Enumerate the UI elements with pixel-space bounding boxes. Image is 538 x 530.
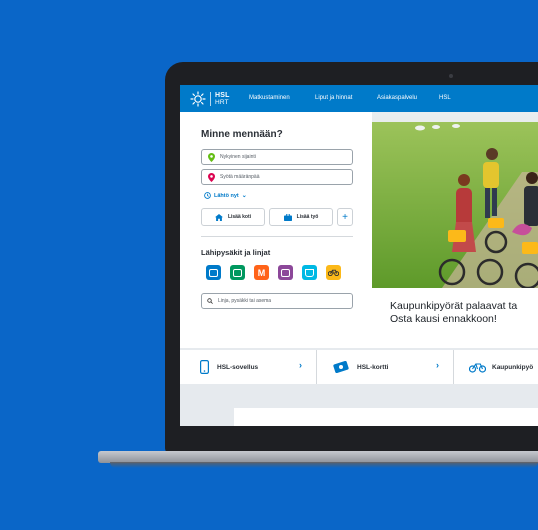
- origin-field[interactable]: Nykyinen sijainti: [201, 149, 353, 165]
- favourites-row: Lisää koti Lisää työ +: [201, 208, 353, 226]
- logo-line-1: HSL: [215, 91, 230, 99]
- chevron-down-icon: ⌄: [241, 193, 247, 199]
- destination-field[interactable]: Syötä määränpää: [201, 169, 353, 185]
- nav-item-customer-service[interactable]: Asiakaspalvelu: [377, 95, 417, 101]
- nav-item-hsl[interactable]: HSL: [439, 95, 451, 101]
- chevron-right-icon: ›: [299, 360, 302, 370]
- logo-separator: [210, 91, 211, 106]
- service-card-link[interactable]: HSL-kortti ›: [317, 350, 454, 384]
- journey-title: Minne mennään?: [201, 129, 283, 140]
- add-work-button[interactable]: Lisää työ: [269, 208, 333, 226]
- nav-item-travel[interactable]: Matkustaminen: [249, 95, 290, 101]
- logo-line-2: HRT: [215, 98, 229, 106]
- train-icon[interactable]: [278, 265, 293, 280]
- metro-icon[interactable]: M: [254, 265, 269, 280]
- browser-screen: HSL HRT Matkustaminen Liput ja hinnat As…: [180, 85, 538, 426]
- nearby-title: Lähipysäkit ja linjat: [201, 248, 271, 257]
- hsl-logo[interactable]: HSL HRT: [190, 90, 230, 107]
- destination-pin-icon: [206, 172, 216, 182]
- search-icon: [207, 298, 213, 304]
- content-card: [234, 408, 538, 426]
- top-nav: HSL HRT Matkustaminen Liput ja hinnat As…: [180, 85, 538, 112]
- chevron-right-icon: ›: [436, 360, 439, 370]
- phone-icon: [200, 360, 209, 374]
- briefcase-icon: [283, 213, 292, 221]
- hero-cyclists-photo: [372, 112, 538, 288]
- hsl-sun-logo-icon: [190, 90, 206, 107]
- hero-caption[interactable]: Kaupunkipyörät palaavat ta Osta kausi en…: [390, 300, 517, 326]
- add-work-label: Lisää työ: [296, 214, 319, 220]
- bike-icon: [469, 362, 486, 373]
- service-app-link[interactable]: HSL-sovellus ›: [180, 350, 317, 384]
- camera-dot: [449, 74, 453, 78]
- add-place-button[interactable]: +: [337, 208, 353, 226]
- stop-search-placeholder: Linja, pysäkki tai asema: [218, 298, 272, 304]
- hero-caption-line-1: Kaupunkipyörät palaavat ta: [390, 300, 518, 312]
- destination-placeholder: Syötä määränpää: [220, 174, 260, 180]
- hero-caption-line-2: Osta kausi ennakkoon!: [390, 313, 497, 325]
- origin-pin-icon: [206, 152, 216, 162]
- departure-time-label: Lähtö nyt: [214, 192, 239, 199]
- add-home-label: Lisää koti: [227, 214, 252, 220]
- bus-icon[interactable]: [206, 265, 221, 280]
- nav-item-tickets[interactable]: Liput ja hinnat: [315, 95, 352, 101]
- bike-icon[interactable]: [326, 265, 341, 280]
- hero-banner[interactable]: Kaupunkipyörät palaavat ta Osta kausi en…: [372, 112, 538, 348]
- origin-placeholder: Nykyinen sijainti: [220, 154, 256, 160]
- laptop-shadow: [110, 462, 538, 468]
- ferry-icon[interactable]: [302, 265, 317, 280]
- services-row: HSL-sovellus › HSL-kortti › Kaupunkipyö: [180, 350, 538, 384]
- transport-mode-buttons: M: [206, 265, 350, 280]
- stop-search-input[interactable]: Linja, pysäkki tai asema: [201, 293, 353, 309]
- home-icon: [214, 213, 223, 221]
- card-icon: [333, 361, 349, 373]
- add-home-button[interactable]: Lisää koti: [201, 208, 265, 226]
- service-bike-link[interactable]: Kaupunkipyö: [454, 350, 538, 384]
- tram-icon[interactable]: [230, 265, 245, 280]
- service-card-label: HSL-kortti: [357, 363, 389, 371]
- departure-time-selector[interactable]: Lähtö nyt ⌄: [204, 192, 247, 199]
- journey-planner-panel: Minne mennään? Nykyinen sijainti Syötä m…: [180, 112, 372, 348]
- clock-icon: [204, 192, 211, 199]
- section-divider: [201, 236, 353, 237]
- service-app-label: HSL-sovellus: [217, 363, 259, 371]
- service-bike-label: Kaupunkipyö: [492, 363, 534, 371]
- logo-text: HSL HRT: [215, 92, 230, 106]
